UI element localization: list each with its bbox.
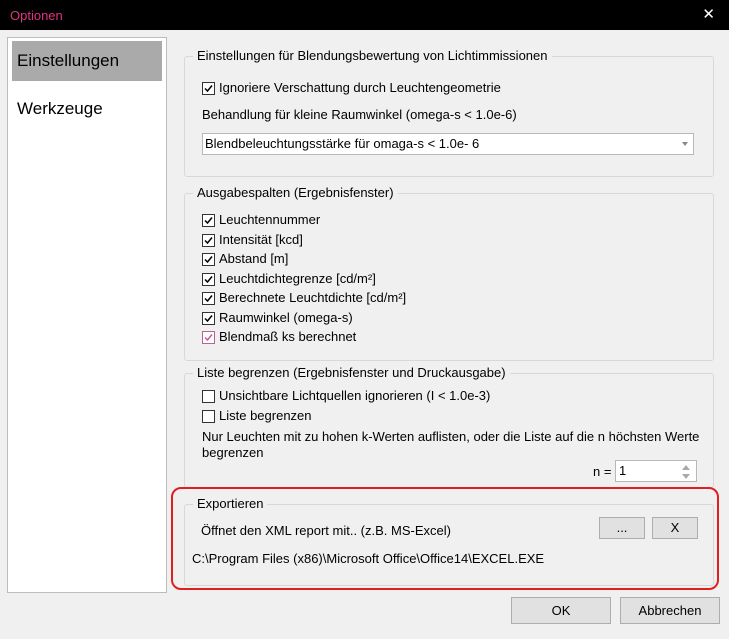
ignore-invisible-checkbox[interactable] — [202, 390, 215, 403]
column-label: Blendmaß ks berechnet — [219, 329, 357, 344]
n-label: n = — [593, 464, 612, 479]
settings-nav: Einstellungen Werkzeuge — [7, 37, 167, 593]
limit-description-line2: begrenzen — [202, 445, 264, 460]
column-checkbox[interactable] — [202, 234, 215, 247]
column-row: Raumwinkel (omega-s) — [202, 309, 353, 327]
column-checkbox[interactable] — [202, 292, 215, 305]
limit-group-legend: Liste begrenzen (Ergebnisfenster und Dru… — [193, 365, 510, 381]
chevron-down-icon — [682, 142, 688, 146]
glare-settings-group: Einstellungen für Blendungsbewertung von… — [184, 48, 714, 177]
column-row: Berechnete Leuchtdichte [cd/m²] — [202, 289, 406, 307]
column-checkbox[interactable] — [202, 273, 215, 286]
column-checkbox[interactable] — [202, 253, 215, 266]
n-stepper[interactable]: 1 — [615, 460, 697, 482]
export-highlight — [171, 487, 719, 590]
n-value: 1 — [619, 463, 627, 478]
column-checkbox[interactable] — [202, 331, 215, 344]
column-checkbox[interactable] — [202, 312, 215, 325]
column-row: Abstand [m] — [202, 250, 288, 268]
column-row: Leuchtdichtegrenze [cd/m²] — [202, 270, 376, 288]
limit-description-line1: Nur Leuchten mit zu hohen k-Werten aufli… — [202, 429, 700, 444]
output-group-legend: Ausgabespalten (Ergebnisfenster) — [193, 185, 398, 201]
ok-button[interactable]: OK — [511, 597, 611, 624]
column-label: Leuchtdichtegrenze [cd/m²] — [219, 271, 376, 286]
ignore-shading-label: Ignoriere Verschattung durch Leuchtengeo… — [219, 80, 501, 95]
column-label: Leuchtennummer — [219, 212, 321, 227]
column-label: Raumwinkel (omega-s) — [219, 310, 353, 325]
column-label: Abstand [m] — [219, 251, 289, 266]
title-bar: Optionen ✕ — [0, 0, 729, 30]
ignore-shading-row: Ignoriere Verschattung durch Leuchtengeo… — [202, 79, 501, 97]
small-angle-label: Behandlung für kleine Raumwinkel (omega-… — [202, 107, 517, 122]
limit-list-group: Liste begrenzen (Ergebnisfenster und Dru… — [184, 365, 714, 488]
window-title: Optionen — [10, 8, 63, 23]
cancel-button[interactable]: Abbrechen — [620, 597, 720, 624]
column-label: Intensität [kcd] — [219, 232, 303, 247]
limit-list-checkbox[interactable] — [202, 410, 215, 423]
nav-item-werkzeuge[interactable]: Werkzeuge — [12, 89, 162, 129]
column-label: Berechnete Leuchtdichte [cd/m²] — [219, 290, 407, 305]
column-checkbox[interactable] — [202, 214, 215, 227]
small-angle-dropdown[interactable]: Blendbeleuchtungsstärke für omaga-s < 1.… — [202, 133, 694, 155]
column-row: Intensität [kcd] — [202, 231, 303, 249]
limit-list-label: Liste begrenzen — [219, 408, 312, 423]
ignore-invisible-label: Unsichtbare Lichtquellen ignorieren (I <… — [219, 388, 491, 403]
small-angle-dropdown-value: Blendbeleuchtungsstärke für omaga-s < 1.… — [205, 136, 480, 151]
ignore-invisible-row: Unsichtbare Lichtquellen ignorieren (I <… — [202, 387, 490, 405]
glare-group-legend: Einstellungen für Blendungsbewertung von… — [193, 48, 552, 64]
column-row: Leuchtennummer — [202, 211, 320, 229]
limit-list-row: Liste begrenzen — [202, 407, 312, 425]
dialog-body: Einstellungen Werkzeuge Einstellungen fü… — [0, 30, 729, 639]
column-row: Blendmaß ks berechnet — [202, 328, 356, 346]
ignore-shading-checkbox[interactable] — [202, 82, 215, 95]
spin-down-icon[interactable] — [682, 474, 690, 479]
spin-up-icon[interactable] — [682, 465, 690, 470]
nav-item-einstellungen[interactable]: Einstellungen — [12, 41, 162, 81]
output-columns-group: Ausgabespalten (Ergebnisfenster) Leuchte… — [184, 185, 714, 361]
close-icon[interactable]: ✕ — [702, 5, 715, 23]
